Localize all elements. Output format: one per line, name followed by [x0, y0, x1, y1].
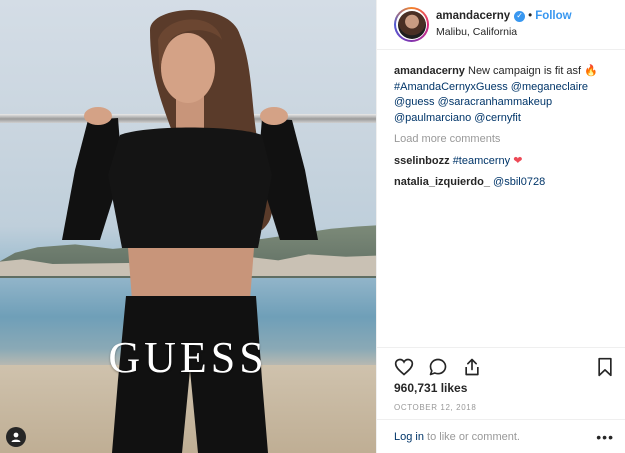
- caption-mention[interactable]: @saracranhammakeup: [438, 96, 553, 108]
- story-ring[interactable]: [394, 7, 429, 42]
- heart-emoji: ❤: [513, 154, 523, 167]
- load-more-comments-button[interactable]: Load more comments: [394, 132, 614, 148]
- share-icon[interactable]: [462, 357, 482, 377]
- brand-watermark: GUESS: [108, 333, 268, 382]
- avatar[interactable]: [397, 10, 426, 39]
- login-prompt-text: to like or comment.: [423, 431, 520, 443]
- header-username[interactable]: amandacerny: [436, 10, 510, 22]
- comment-username[interactable]: sselinbozz: [394, 155, 450, 167]
- user-icon: [11, 432, 21, 442]
- comment-username[interactable]: natalia_izquierdo_: [394, 176, 490, 188]
- login-link[interactable]: Log in: [394, 431, 424, 443]
- bookmark-icon[interactable]: [596, 357, 614, 377]
- caption-mention[interactable]: @meganeclaire: [511, 81, 588, 93]
- post-side-panel: amandacerny ✓ • Follow Malibu, Californi…: [376, 0, 625, 453]
- separator-dot: •: [528, 10, 533, 22]
- verified-badge-icon: ✓: [514, 10, 526, 22]
- caption-mention[interactable]: @guess: [394, 96, 435, 108]
- post-photo[interactable]: GUESS: [0, 0, 376, 453]
- caption-text: New campaign is fit asf 🔥: [468, 65, 598, 77]
- caption-tag[interactable]: #AmandaCernyxGuess: [394, 81, 508, 93]
- comment-item: sselinbozz #teamcerny ❤: [394, 154, 614, 170]
- heart-icon[interactable]: [394, 357, 414, 377]
- caption-mention[interactable]: @cernyfit: [474, 112, 521, 124]
- post-header: amandacerny ✓ • Follow Malibu, Californi…: [377, 0, 625, 50]
- location-link[interactable]: Malibu, California: [436, 26, 572, 38]
- caption: amandacerny New campaign is fit asf 🔥 #A…: [394, 64, 614, 126]
- more-options-icon[interactable]: •••: [596, 429, 614, 445]
- follow-button[interactable]: Follow: [535, 10, 571, 22]
- tagged-users-button[interactable]: [6, 427, 26, 447]
- comments-section: amandacerny New campaign is fit asf 🔥 #A…: [394, 64, 614, 191]
- caption-username[interactable]: amandacerny: [394, 65, 465, 77]
- model-figure: [62, 10, 318, 453]
- comment-icon[interactable]: [428, 357, 448, 377]
- login-prompt: Log in to like or comment. •••: [377, 419, 625, 453]
- caption-mention[interactable]: @paulmarciano: [394, 112, 471, 124]
- comment-item: natalia_izquierdo_ @sbil0728: [394, 175, 614, 191]
- comment-hashtag[interactable]: #teamcerny: [453, 155, 510, 167]
- actions-bar: 960,731 likes OCTOBER 12, 2018: [377, 347, 625, 412]
- likes-count[interactable]: 960,731 likes: [394, 381, 467, 395]
- comment-mention[interactable]: @sbil0728: [493, 176, 545, 188]
- post-date[interactable]: OCTOBER 12, 2018: [394, 403, 476, 412]
